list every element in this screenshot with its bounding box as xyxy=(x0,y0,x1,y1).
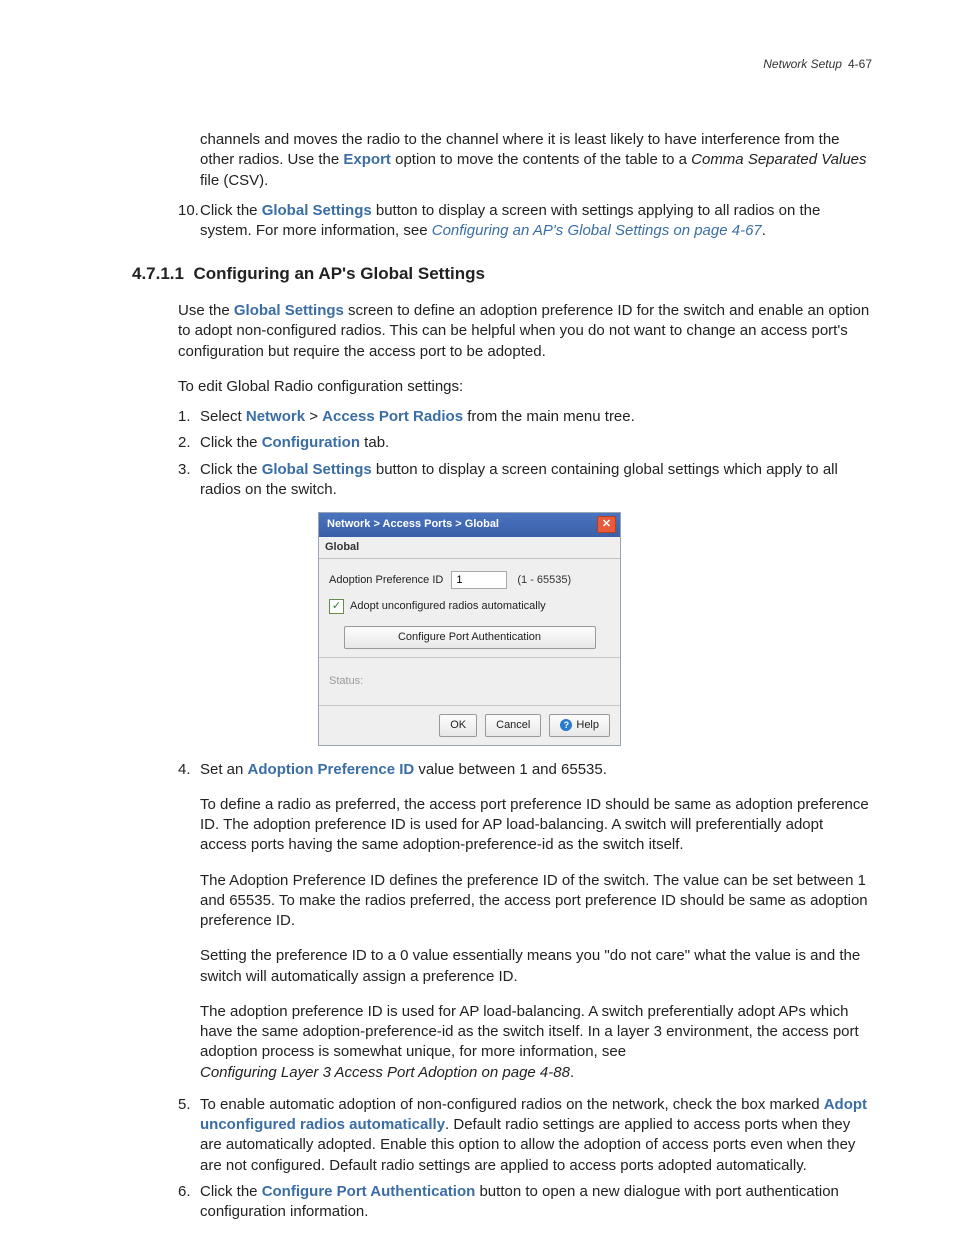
adoption-pref-label: Adoption Preference ID xyxy=(329,573,443,588)
running-header: Network Setup 4-67 xyxy=(763,56,872,72)
heading-number: 4.7.1.1 xyxy=(132,264,184,283)
step-6: 6. Click the Configure Port Authenticati… xyxy=(178,1182,872,1223)
step-4-para-3: Setting the preference ID to a 0 value e… xyxy=(200,946,872,987)
step-number: 5. xyxy=(178,1095,200,1176)
header-page: 4-67 xyxy=(848,57,872,71)
global-settings-term: Global Settings xyxy=(234,302,344,319)
global-settings-term: Global Settings xyxy=(262,461,372,478)
help-button[interactable]: ?Help xyxy=(549,714,610,737)
adopt-checkbox[interactable]: ✓ xyxy=(329,599,344,614)
step-2: 2. Click the Configuration tab. xyxy=(178,433,872,453)
step-number: 4. xyxy=(178,760,200,780)
dialog-screenshot: Network > Access Ports > Global ✕ Global… xyxy=(318,512,621,745)
header-section: Network Setup xyxy=(763,57,842,71)
adoption-pref-input[interactable] xyxy=(451,571,507,589)
step-number: 6. xyxy=(178,1182,200,1223)
body-paragraph-2: To edit Global Radio configuration setti… xyxy=(178,377,872,397)
ok-button[interactable]: OK xyxy=(439,714,477,737)
continued-paragraph: channels and moves the radio to the chan… xyxy=(200,130,872,191)
configure-port-auth-term: Configure Port Authentication xyxy=(262,1183,476,1200)
close-icon[interactable]: ✕ xyxy=(597,516,616,533)
configure-port-auth-button[interactable]: Configure Port Authentication xyxy=(344,626,596,649)
step-10: 10. Click the Global Settings button to … xyxy=(178,201,872,242)
section-heading: 4.7.1.1 Configuring an AP's Global Setti… xyxy=(132,263,872,286)
step-4-para-4: The adoption preference ID is used for A… xyxy=(200,1002,872,1083)
cross-ref-link[interactable]: Configuring an AP's Global Settings on p… xyxy=(432,222,762,239)
step-4-para-2: The Adoption Preference ID defines the p… xyxy=(200,871,872,932)
csv-term: Comma Separated Values xyxy=(691,151,866,168)
step-number: 2. xyxy=(178,433,200,453)
dialog-tab-label: Global xyxy=(319,537,620,559)
step-number: 10. xyxy=(178,201,200,242)
configuration-term: Configuration xyxy=(262,434,360,451)
adopt-checkbox-row: ✓ Adopt unconfigured radios automaticall… xyxy=(329,599,610,614)
body-paragraph-1: Use the Global Settings screen to define… xyxy=(178,301,872,362)
cancel-button[interactable]: Cancel xyxy=(485,714,541,737)
export-term: Export xyxy=(343,151,391,168)
dialog-status: Status: xyxy=(319,664,620,705)
step-number: 3. xyxy=(178,460,200,501)
help-icon: ? xyxy=(560,719,572,731)
adoption-pref-row: Adoption Preference ID (1 - 65535) xyxy=(329,571,610,589)
step-4: 4. Set an Adoption Preference ID value b… xyxy=(178,760,872,780)
global-settings-term: Global Settings xyxy=(262,202,372,219)
layer3-ref: Configuring Layer 3 Access Port Adoption… xyxy=(200,1064,570,1081)
adoption-pref-id-term: Adoption Preference ID xyxy=(248,761,415,778)
adopt-checkbox-label: Adopt unconfigured radios automatically xyxy=(350,599,546,614)
access-port-radios-term: Access Port Radios xyxy=(322,408,463,425)
step-4-para-1: To define a radio as preferred, the acce… xyxy=(200,795,872,856)
step-3: 3. Click the Global Settings button to d… xyxy=(178,460,872,501)
step-1: 1. Select Network > Access Port Radios f… xyxy=(178,407,872,427)
step-5: 5. To enable automatic adoption of non-c… xyxy=(178,1095,872,1176)
heading-title: Configuring an AP's Global Settings xyxy=(193,264,484,283)
dialog-breadcrumb: Network > Access Ports > Global xyxy=(327,517,499,532)
dialog-footer: OK Cancel ?Help xyxy=(319,705,620,745)
dialog-titlebar: Network > Access Ports > Global ✕ xyxy=(319,513,620,537)
network-term: Network xyxy=(246,408,305,425)
step-number: 1. xyxy=(178,407,200,427)
adoption-pref-range: (1 - 65535) xyxy=(517,573,571,588)
